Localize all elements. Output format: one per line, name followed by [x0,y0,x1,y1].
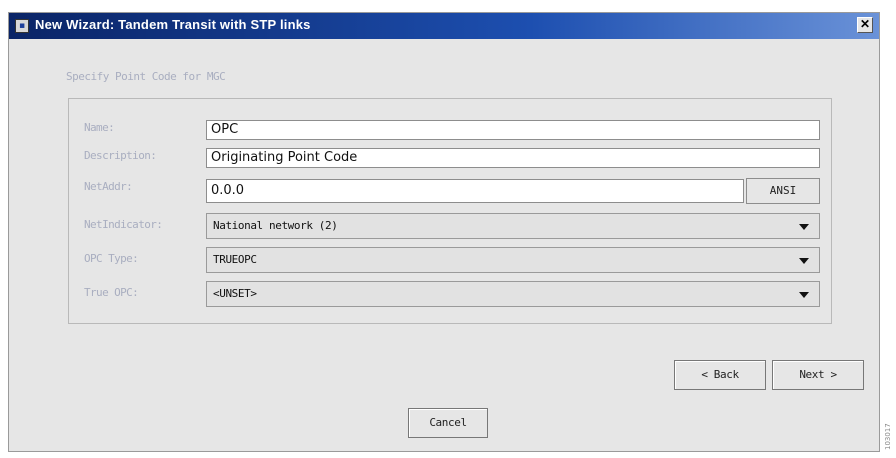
close-icon: ✕ [859,17,871,31]
true-opc-value: <UNSET> [213,287,257,300]
opc-type-label: OPC Type: [84,252,139,265]
netaddr-field[interactable]: 0.0.0 [206,179,744,203]
window-title: New Wizard: Tandem Transit with STP link… [35,17,311,32]
close-button[interactable]: ✕ [857,17,873,33]
section-caption: Specify Point Code for MGC [66,70,226,83]
window-icon: ▪ [15,19,29,33]
netindicator-select[interactable]: National network (2) [206,213,820,239]
opc-type-value: TRUEOPC [213,253,257,266]
netindicator-value: National network (2) [213,219,338,232]
next-button[interactable]: Next > [772,360,864,390]
chevron-down-icon [799,292,809,298]
back-button[interactable]: < Back [674,360,766,390]
netaddr-label: NetAddr: [84,180,133,193]
description-field[interactable]: Originating Point Code [206,148,820,168]
cancel-button[interactable]: Cancel [408,408,488,438]
true-opc-select[interactable]: <UNSET> [206,281,820,307]
opc-type-select[interactable]: TRUEOPC [206,247,820,273]
title-bar[interactable]: ▪ New Wizard: Tandem Transit with STP li… [9,13,879,39]
description-label: Description: [84,149,157,162]
chevron-down-icon [799,224,809,230]
figure-id-mark: 103017 [884,423,892,450]
name-label: Name: [84,121,115,134]
netindicator-label: NetIndicator: [84,218,163,231]
true-opc-label: True OPC: [84,286,139,299]
chevron-down-icon [799,258,809,264]
ansi-button[interactable]: ANSI [746,178,820,204]
name-field[interactable]: OPC [206,120,820,140]
